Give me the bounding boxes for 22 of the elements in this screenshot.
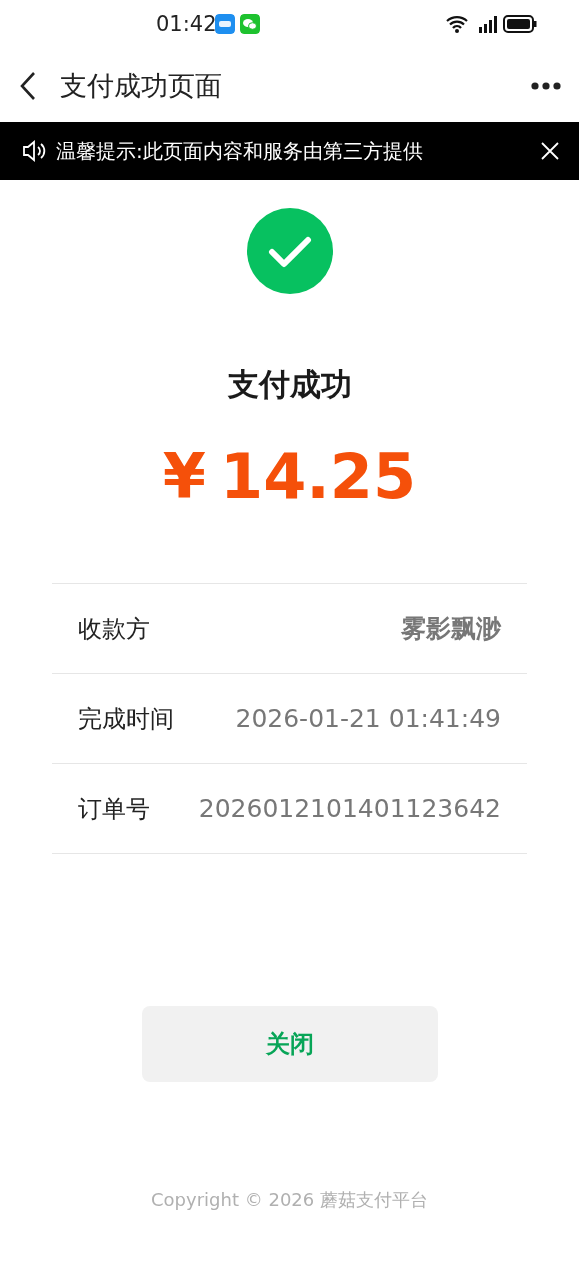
close-button[interactable]: 关闭 xyxy=(141,1006,438,1082)
battery-icon xyxy=(503,15,537,33)
detail-value: 雾影飘渺 xyxy=(401,613,501,645)
detail-value: 2026-01-21 01:41:49 xyxy=(235,704,501,733)
notice-text: 温馨提示:此页面内容和服务由第三方提供 xyxy=(56,137,424,165)
detail-value: 2026012101401123642 xyxy=(198,794,501,823)
success-check-icon xyxy=(246,208,333,294)
speaker-icon xyxy=(22,140,46,162)
close-icon[interactable] xyxy=(541,142,559,160)
status-time: 01:42 xyxy=(156,12,217,36)
wifi-icon xyxy=(445,14,469,34)
page-title: 支付成功页面 xyxy=(60,69,223,103)
detail-label: 收款方 xyxy=(78,613,150,645)
result-title: 支付成功 xyxy=(226,365,353,404)
app-icon xyxy=(215,14,235,34)
payment-amount: 14.25 xyxy=(220,440,417,513)
detail-label: 订单号 xyxy=(78,793,150,825)
more-icon[interactable] xyxy=(531,82,561,90)
currency-symbol: ¥ xyxy=(162,440,206,513)
copyright-text: Copyright © 2026 蘑菇支付平台 xyxy=(150,1188,429,1212)
detail-label: 完成时间 xyxy=(78,703,174,735)
chat-app-icon xyxy=(240,14,260,34)
